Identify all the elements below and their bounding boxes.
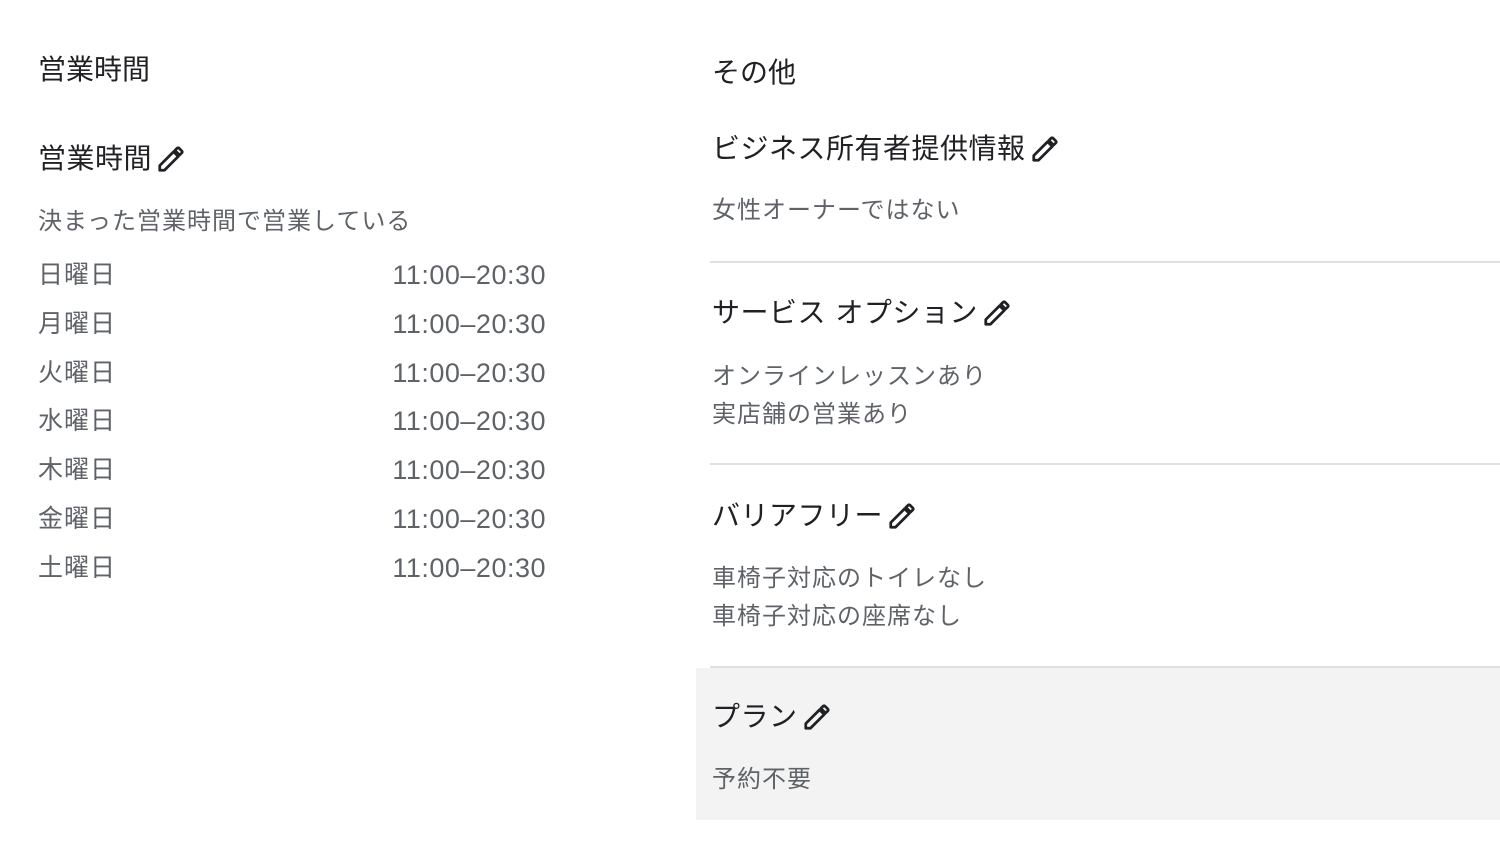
pencil-icon[interactable] bbox=[982, 298, 1012, 328]
hours-subtitle-row: 営業時間 bbox=[38, 141, 186, 177]
hours-row-thursday: 木曜日 11:00–20:30 bbox=[38, 448, 558, 497]
hours-time: 11:00–20:30 bbox=[392, 455, 546, 486]
hours-type: 決まった営業時間で営業している bbox=[38, 207, 412, 235]
plan-title: プラン bbox=[712, 700, 798, 733]
hours-day: 土曜日 bbox=[38, 552, 117, 582]
hours-row-friday: 金曜日 11:00–20:30 bbox=[38, 497, 558, 546]
pencil-icon[interactable] bbox=[1030, 134, 1060, 164]
hours-time: 11:00–20:30 bbox=[392, 357, 546, 388]
hours-day: 日曜日 bbox=[38, 260, 117, 289]
hours-time: 11:00–20:30 bbox=[392, 406, 546, 437]
hours-day: 金曜日 bbox=[38, 503, 117, 533]
divider bbox=[710, 261, 1500, 263]
service-option-line: 実店舗の営業あり bbox=[712, 400, 912, 428]
pencil-icon[interactable] bbox=[802, 702, 832, 732]
hours-day: 火曜日 bbox=[38, 357, 117, 387]
hours-day: 月曜日 bbox=[38, 308, 117, 338]
owner-info-title-row: ビジネス所有者提供情報 bbox=[712, 131, 1060, 167]
hours-row-saturday: 土曜日 11:00–20:30 bbox=[38, 546, 558, 595]
hours-row-wednesday: 水曜日 11:00–20:30 bbox=[38, 399, 558, 448]
hours-section-title: 営業時間 bbox=[38, 53, 151, 86]
owner-info-title: ビジネス所有者提供情報 bbox=[712, 132, 1026, 165]
hours-time: 11:00–20:30 bbox=[392, 260, 546, 290]
service-options-title-row: サービス オプション bbox=[712, 295, 1012, 331]
pencil-icon[interactable] bbox=[887, 501, 917, 531]
hours-time: 11:00–20:30 bbox=[392, 308, 546, 339]
hours-time: 11:00–20:30 bbox=[392, 552, 546, 583]
accessibility-line: 車椅子対応のトイレなし bbox=[712, 564, 987, 592]
other-section-title: その他 bbox=[712, 56, 797, 89]
hours-subtitle: 営業時間 bbox=[38, 142, 153, 175]
divider bbox=[710, 666, 1500, 668]
hours-row-sunday: 日曜日 11:00–20:30 bbox=[38, 253, 558, 302]
hours-row-monday: 月曜日 11:00–20:30 bbox=[38, 302, 558, 351]
pencil-icon[interactable] bbox=[156, 144, 186, 174]
hours-day: 木曜日 bbox=[38, 455, 117, 485]
accessibility-title: バリアフリー bbox=[712, 499, 884, 532]
hours-row-tuesday: 火曜日 11:00–20:30 bbox=[38, 351, 558, 400]
plan-line: 予約不要 bbox=[712, 765, 812, 793]
service-option-line: オンラインレッスンあり bbox=[712, 362, 987, 390]
accessibility-line: 車椅子対応の座席なし bbox=[712, 602, 962, 630]
plan-title-row: プラン bbox=[712, 699, 832, 735]
hours-time: 11:00–20:30 bbox=[392, 503, 546, 534]
business-info-page: 営業時間 営業時間 決まった営業時間で営業している 日曜日 11:00–20:3… bbox=[0, 0, 1500, 845]
service-options-title: サービス オプション bbox=[712, 296, 978, 329]
hours-column: 営業時間 営業時間 決まった営業時間で営業している 日曜日 11:00–20:3… bbox=[38, 0, 598, 845]
accessibility-title-row: バリアフリー bbox=[712, 498, 917, 534]
hours-day: 水曜日 bbox=[38, 406, 117, 436]
owner-info-line: 女性オーナーではない bbox=[712, 196, 961, 224]
hours-table: 日曜日 11:00–20:30 月曜日 11:00–20:30 火曜日 11:0… bbox=[38, 253, 558, 595]
divider bbox=[710, 463, 1500, 465]
plan-highlight bbox=[696, 668, 1500, 820]
other-info-column: その他 ビジネス所有者提供情報 女性オーナーではない サービス オプション オン… bbox=[696, 0, 1500, 845]
